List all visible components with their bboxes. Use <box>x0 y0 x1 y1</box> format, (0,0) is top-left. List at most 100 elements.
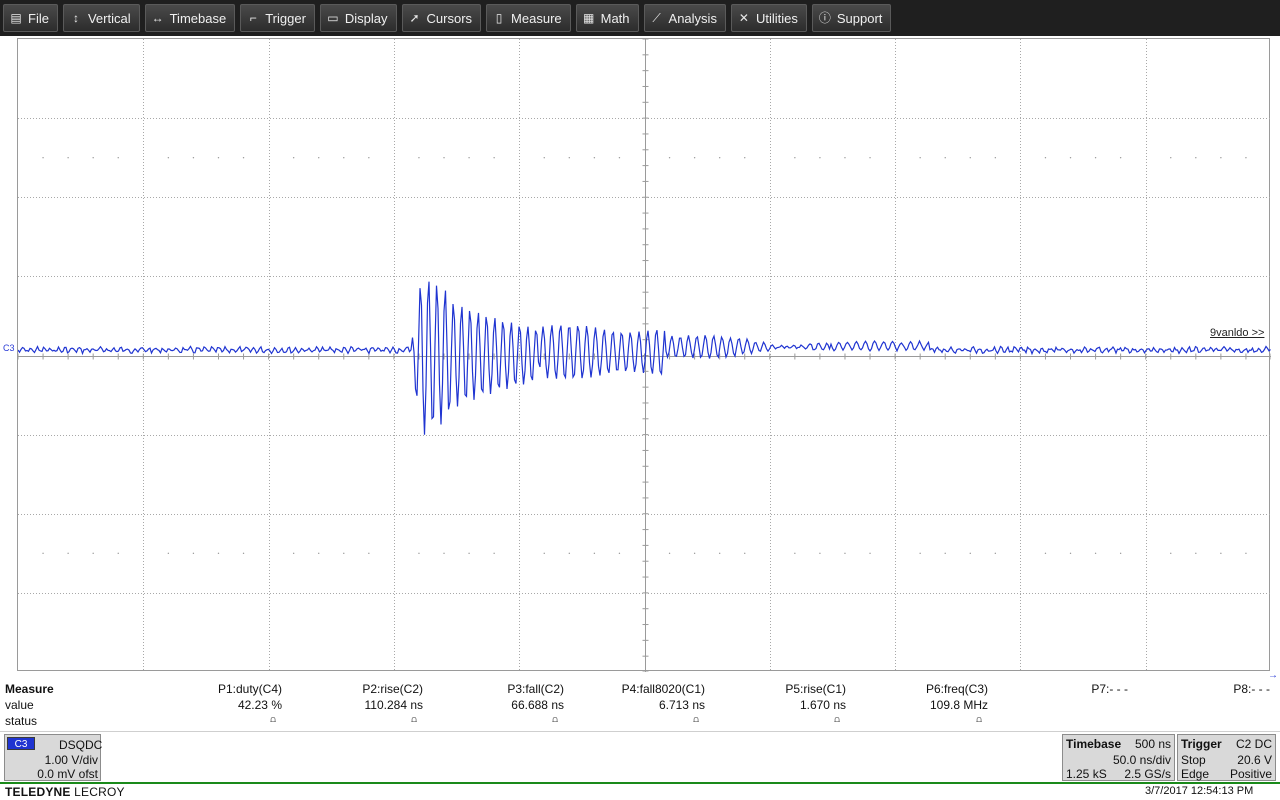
menu-label: Measure <box>511 10 562 26</box>
grid-minor-dot <box>1069 552 1072 555</box>
grid-minor-dot <box>92 156 94 159</box>
grid-minor-dot <box>292 156 295 159</box>
menu-timebase-button[interactable]: ↔ Timebase <box>144 4 236 32</box>
measure-table[interactable]: Measure value status P1:duty(C4) 42.23 % ⩍… <box>0 682 1280 730</box>
menu-bar: ▤ File ↕ Vertical ↔ Timebase ⌐ Trigger ▭ Display ➚… <box>0 0 1280 36</box>
menu-cursors-button[interactable]: ➚ Cursors <box>401 4 482 32</box>
menu-analysis-button[interactable]: ⟋ Analysis <box>643 4 726 32</box>
grid-minor-dot <box>844 552 846 555</box>
channel-ground-marker[interactable]: C3 <box>3 343 15 353</box>
grid-minor-dot <box>1220 156 1222 159</box>
grid-minor-dot <box>844 156 846 159</box>
grid-minor-dot <box>543 552 545 555</box>
menu-file-button[interactable]: ▤ File <box>3 4 58 32</box>
grid-minor-dot <box>794 156 796 159</box>
grid-minor-dot <box>443 552 445 555</box>
grid-minor-dot <box>468 552 470 555</box>
menu-utilities-button[interactable]: ✕ Utilities <box>730 4 807 32</box>
grid-minor-dot <box>117 156 119 159</box>
grid-minor-dot <box>192 156 195 159</box>
grid-minor-dot <box>242 156 245 159</box>
channel-descriptor-c3[interactable]: C3 DSQ DC 1.00 V/div 0.0 mV ofst <box>4 734 102 781</box>
horizontal-arrows-icon: ↔ <box>151 11 164 25</box>
grid-minor-dot <box>593 552 596 555</box>
menu-measure-button[interactable]: ▯ Measure <box>486 4 571 32</box>
grid-minor-dot <box>117 552 119 555</box>
footer-divider <box>0 782 1280 784</box>
grid-minor-dot <box>493 156 495 159</box>
offscreen-indicator[interactable]: 9vanldo >> <box>1210 327 1264 339</box>
grid-minor-dot <box>744 552 746 555</box>
timebase-descriptor[interactable]: Timebase 500 ns 50.0 ns/div 1.25 kS 2.5 … <box>1062 734 1175 781</box>
measure-param-value: 42.23 % <box>237 698 282 712</box>
menu-math-button[interactable]: ▦ Math <box>575 4 639 32</box>
grid-minor-dot <box>994 552 997 555</box>
status-bar: C3 DSQ DC 1.00 V/div 0.0 mV ofst Timebas… <box>0 731 1280 782</box>
menu-trigger-button[interactable]: ⌐ Trigger <box>240 4 315 32</box>
waveform-grid[interactable] <box>17 38 1271 672</box>
file-icon: ▤ <box>10 11 22 25</box>
measure-param-name[interactable]: P3:fall(C2) <box>434 682 564 696</box>
measure-param-name[interactable]: P5:rise(C1) <box>716 682 846 696</box>
timebase-rate: 2.5 GS/s <box>1124 767 1171 781</box>
trigger-position-icon[interactable]: → <box>1268 670 1278 681</box>
timestamp: 3/7/2017 12:54:13 PM <box>1145 785 1254 797</box>
menu-label: Display <box>344 10 388 26</box>
grid-minor-dot <box>1195 552 1197 555</box>
measure-param-value: 66.688 ns <box>511 698 564 712</box>
grid-minor-dot <box>1094 552 1097 555</box>
vertical-arrows-icon: ↕ <box>72 11 79 25</box>
grid-minor-dot <box>668 156 671 159</box>
trigger-title: Trigger <box>1181 737 1222 751</box>
measure-title: Measure <box>5 682 54 696</box>
menu-label: Cursors <box>426 10 473 26</box>
grid-minor-dot <box>969 552 971 555</box>
grid-minor-dot <box>368 156 370 159</box>
menu-display-button[interactable]: ▭ Display <box>319 4 397 32</box>
channel-scale: 1.00 V/div <box>44 753 98 767</box>
menu-label: Support <box>836 10 883 26</box>
grid-minor-dot <box>994 156 997 159</box>
grid-minor-dot <box>418 552 420 555</box>
grid-minor-dot <box>568 552 571 555</box>
graticule <box>18 39 1271 672</box>
grid-minor-dot <box>167 552 170 555</box>
measure-param-value: 110.284 ns <box>364 698 424 712</box>
menu-vertical-button[interactable]: ↕ Vertical <box>62 4 140 32</box>
grid-minor-dot <box>1044 552 1047 555</box>
measure-param-name[interactable]: P2:rise(C2) <box>293 682 423 696</box>
measure-row-label-value: value <box>5 698 34 712</box>
menu-label: Vertical <box>87 10 131 26</box>
channel-offset: 0.0 mV ofst <box>37 767 98 781</box>
grid-minor-dot <box>1119 552 1122 555</box>
measure-param-name[interactable]: P7:- - - <box>998 682 1128 696</box>
measure-row-label-status: status <box>5 714 38 728</box>
grid-minor-dot <box>217 552 220 555</box>
trigger-level: 20.6 V <box>1237 753 1272 767</box>
timebase-title: Timebase <box>1066 737 1122 751</box>
measure-param-name[interactable]: P6:freq(C3) <box>858 682 988 696</box>
grid-minor-dot <box>718 552 721 555</box>
grid-minor-dot <box>368 552 370 555</box>
grid-minor-dot <box>42 552 44 555</box>
trigger-source: C2 <box>1236 737 1252 751</box>
grid-minor-dot <box>443 156 445 159</box>
trigger-descriptor[interactable]: Trigger C2 DC Stop 20.6 V Edge Positive <box>1177 734 1276 781</box>
menu-support-button[interactable]: ⓘ Support <box>811 4 892 32</box>
grid-minor-dot <box>919 156 921 159</box>
brand-logo: TELEDYNE LECROY <box>5 785 125 799</box>
grid-minor-dot <box>92 552 94 555</box>
brand-name-bold: TELEDYNE <box>5 785 71 799</box>
measure-param-name[interactable]: P4:fall8020(C1) <box>575 682 705 696</box>
grid-minor-dot <box>217 156 220 159</box>
measure-icon: ▯ <box>495 11 503 25</box>
grid-minor-dot <box>543 156 545 159</box>
measure-param-name[interactable]: P1:duty(C4) <box>152 682 282 696</box>
measure-param-name[interactable]: P8:- - - <box>1140 682 1270 696</box>
grid-minor-dot <box>919 552 921 555</box>
grid-minor-dot <box>618 156 621 159</box>
grid-minor-dot <box>944 552 946 555</box>
menu-label: Analysis <box>668 10 717 26</box>
calculator-icon: ▦ <box>582 11 595 25</box>
grid-minor-dot <box>1119 156 1122 159</box>
